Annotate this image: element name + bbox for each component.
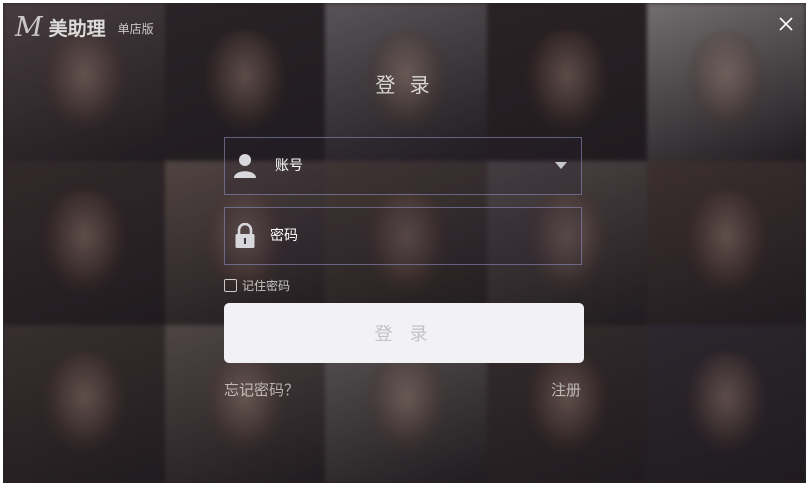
login-button[interactable]: 登 录 bbox=[224, 303, 584, 363]
remember-password-option[interactable]: 记住密码 bbox=[224, 277, 290, 294]
remember-password-label: 记住密码 bbox=[242, 279, 291, 293]
close-button[interactable] bbox=[776, 14, 796, 34]
login-title: 登 录 bbox=[375, 73, 434, 97]
forgot-password-link[interactable]: 忘记密码？ bbox=[224, 379, 299, 400]
close-icon bbox=[779, 17, 793, 31]
app-logo: M 美助理 单店版 bbox=[15, 11, 154, 43]
user-icon bbox=[234, 154, 256, 178]
account-input-value: 账号 bbox=[275, 158, 303, 174]
password-field[interactable]: 密码 bbox=[224, 207, 582, 265]
account-field[interactable]: 账号 bbox=[224, 137, 582, 195]
password-input-value: 密码 bbox=[270, 228, 298, 244]
register-link[interactable]: 注册 bbox=[551, 379, 581, 400]
logo-mark: M bbox=[15, 11, 43, 43]
remember-password-checkbox[interactable] bbox=[224, 279, 237, 292]
app-name: 美助理 bbox=[48, 17, 106, 40]
lock-icon bbox=[235, 223, 255, 248]
login-window: M 美助理 单店版 登 录 账号 密码 记住密码 登 录 忘记密码？ 注册 bbox=[3, 3, 806, 483]
edition-label: 单店版 bbox=[117, 22, 154, 36]
dropdown-arrow-icon[interactable] bbox=[555, 162, 567, 170]
